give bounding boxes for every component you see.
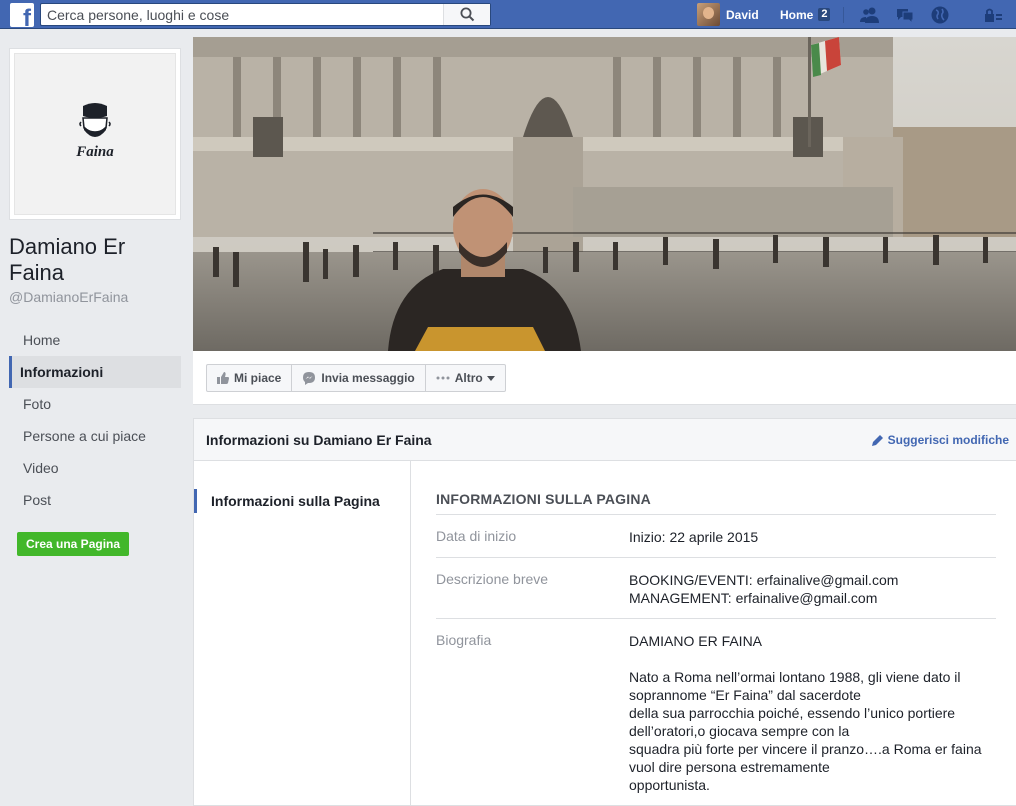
- nav-item-home[interactable]: Home: [9, 324, 181, 356]
- faina-logo-icon: Faina: [75, 103, 114, 160]
- chevron-down-icon: [486, 375, 495, 381]
- page-title: Damiano Er Faina: [9, 234, 126, 285]
- create-page-button[interactable]: Crea una Pagina: [17, 532, 130, 556]
- friend-requests-icon[interactable]: [860, 5, 880, 25]
- facebook-logo-icon[interactable]: f: [10, 3, 34, 27]
- top-bar: f David Home 2: [0, 0, 1016, 29]
- nav-item-video[interactable]: Video: [9, 452, 181, 484]
- messages-icon[interactable]: [895, 5, 915, 25]
- more-label: Altro: [454, 371, 483, 385]
- page-actions: Mi piace Invia messaggio Altro: [206, 364, 506, 392]
- search-icon: [460, 7, 475, 22]
- nav-item-post[interactable]: Post: [9, 484, 181, 516]
- row-value-short-description: BOOKING/EVENTI: erfainalive@gmail.com MA…: [629, 572, 899, 606]
- divider: [436, 618, 996, 619]
- about-side-item-page-info[interactable]: Informazioni sulla Pagina: [194, 489, 410, 513]
- nav-item-persone-a-cui-piace[interactable]: Persone a cui piace: [9, 420, 181, 452]
- profile-picture-frame: Faina: [14, 53, 176, 215]
- search-box: [40, 3, 491, 26]
- page-handle[interactable]: @DamianoErFaina: [9, 289, 128, 305]
- page-action-bar: Mi piace Invia messaggio Altro: [193, 351, 1016, 405]
- row-label-start-date: Data di inizio: [436, 528, 517, 544]
- divider: [436, 557, 996, 558]
- search-input[interactable]: [47, 6, 447, 23]
- page-nav: Home Informazioni Foto Persone a cui pia…: [9, 324, 181, 516]
- home-count-badge: 2: [818, 8, 831, 21]
- row-value-biography: DAMIANO ER FAINA Nato a Roma nell’ormai …: [629, 633, 982, 793]
- send-message-button[interactable]: Invia messaggio: [292, 364, 426, 392]
- nav-item-informazioni[interactable]: Informazioni: [9, 356, 181, 388]
- user-name: David: [726, 7, 759, 22]
- row-label-short-description: Descrizione breve: [436, 571, 549, 587]
- messenger-icon: [303, 372, 316, 385]
- topbar-divider: [843, 7, 844, 23]
- profile-picture[interactable]: Faina: [9, 48, 181, 220]
- section-heading: INFORMAZIONI SULLA PAGINA: [436, 491, 651, 507]
- more-dots-icon: [436, 376, 450, 380]
- more-button[interactable]: Altro: [425, 364, 506, 392]
- row-label-biography: Biografia: [436, 632, 492, 648]
- logo-text: Faina: [75, 144, 114, 160]
- suggest-edits-link[interactable]: Suggerisci modifiche: [871, 433, 1009, 447]
- row-value-start-date: Inizio: 22 aprile 2015: [629, 529, 759, 545]
- profile-link[interactable]: David: [697, 3, 759, 26]
- privacy-lock-icon[interactable]: [982, 5, 1002, 25]
- home-label: Home: [780, 7, 814, 22]
- send-message-label: Invia messaggio: [321, 371, 415, 385]
- thumbs-up-icon: [217, 372, 229, 384]
- left-column: Faina Damiano Er Faina @DamianoErFaina H…: [0, 29, 193, 806]
- about-section: Informazioni su Damiano Er Faina Suggeri…: [193, 418, 1016, 806]
- like-button[interactable]: Mi piace: [206, 364, 293, 392]
- notifications-globe-icon[interactable]: [930, 5, 950, 25]
- about-header: Informazioni su Damiano Er Faina Suggeri…: [194, 419, 1016, 461]
- cover-photo[interactable]: [193, 37, 1016, 351]
- nav-item-foto[interactable]: Foto: [9, 388, 181, 420]
- home-link[interactable]: Home 2: [780, 3, 831, 26]
- avatar: [697, 3, 720, 26]
- divider: [436, 514, 996, 515]
- cover-photo-illustration: [193, 37, 1016, 351]
- suggest-edits-label: Suggerisci modifiche: [887, 433, 1009, 447]
- search-button[interactable]: [443, 4, 490, 25]
- like-label: Mi piace: [234, 371, 282, 385]
- about-title: Informazioni su Damiano Er Faina: [206, 432, 432, 448]
- pencil-icon: [871, 435, 883, 446]
- about-side-nav: Informazioni sulla Pagina: [194, 461, 411, 806]
